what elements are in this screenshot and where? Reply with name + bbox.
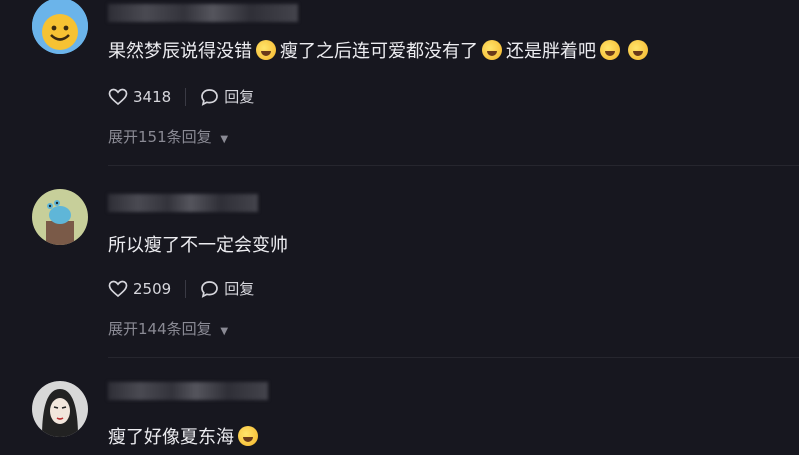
laughing-emoji-icon bbox=[482, 40, 502, 60]
divider bbox=[108, 357, 799, 358]
divider bbox=[185, 87, 187, 106]
reply-label: 回复 bbox=[224, 280, 255, 298]
username[interactable] bbox=[108, 194, 258, 212]
expand-replies-button[interactable]: 展开144条回复 ▼ bbox=[108, 318, 228, 339]
username[interactable] bbox=[108, 4, 298, 22]
divider bbox=[108, 165, 799, 166]
avatar[interactable] bbox=[32, 381, 88, 437]
comment-text: 果然梦辰说得没错 瘦了之后连可爱都没有了 还是胖着吧 bbox=[108, 37, 652, 63]
heart-icon bbox=[108, 280, 128, 298]
comment-bubble-icon bbox=[200, 280, 219, 298]
laughing-emoji-icon bbox=[256, 40, 276, 60]
comment-actions: 2509 回复 bbox=[108, 278, 254, 299]
heart-icon bbox=[108, 88, 128, 106]
reply-button[interactable]: 回复 bbox=[200, 86, 254, 107]
like-count: 2509 bbox=[133, 279, 172, 298]
reply-button[interactable]: 回复 bbox=[200, 278, 254, 299]
comment-bubble-icon bbox=[200, 88, 219, 106]
avatar[interactable] bbox=[32, 0, 88, 54]
expand-replies-label: 展开151条回复 bbox=[108, 128, 212, 146]
laughing-emoji-icon bbox=[600, 40, 620, 60]
expand-replies-label: 展开144条回复 bbox=[108, 320, 212, 338]
comment-text: 所以瘦了不一定会变帅 bbox=[108, 235, 288, 256]
divider bbox=[185, 279, 187, 298]
like-count: 3418 bbox=[133, 87, 172, 106]
like-button[interactable]: 2509 bbox=[108, 280, 171, 298]
avatar[interactable] bbox=[32, 189, 88, 245]
laughing-emoji-icon bbox=[628, 40, 648, 60]
expand-replies-button[interactable]: 展开151条回复 ▼ bbox=[108, 126, 228, 147]
laughing-emoji-icon bbox=[238, 426, 258, 446]
username[interactable] bbox=[108, 382, 268, 400]
like-button[interactable]: 3418 bbox=[108, 88, 171, 106]
reply-label: 回复 bbox=[224, 88, 255, 106]
comment-actions: 3418 回复 bbox=[108, 86, 254, 107]
triangle-down-icon: ▼ bbox=[220, 326, 229, 337]
comment-text: 瘦了好像夏东海 bbox=[108, 423, 262, 449]
triangle-down-icon: ▼ bbox=[220, 134, 229, 145]
